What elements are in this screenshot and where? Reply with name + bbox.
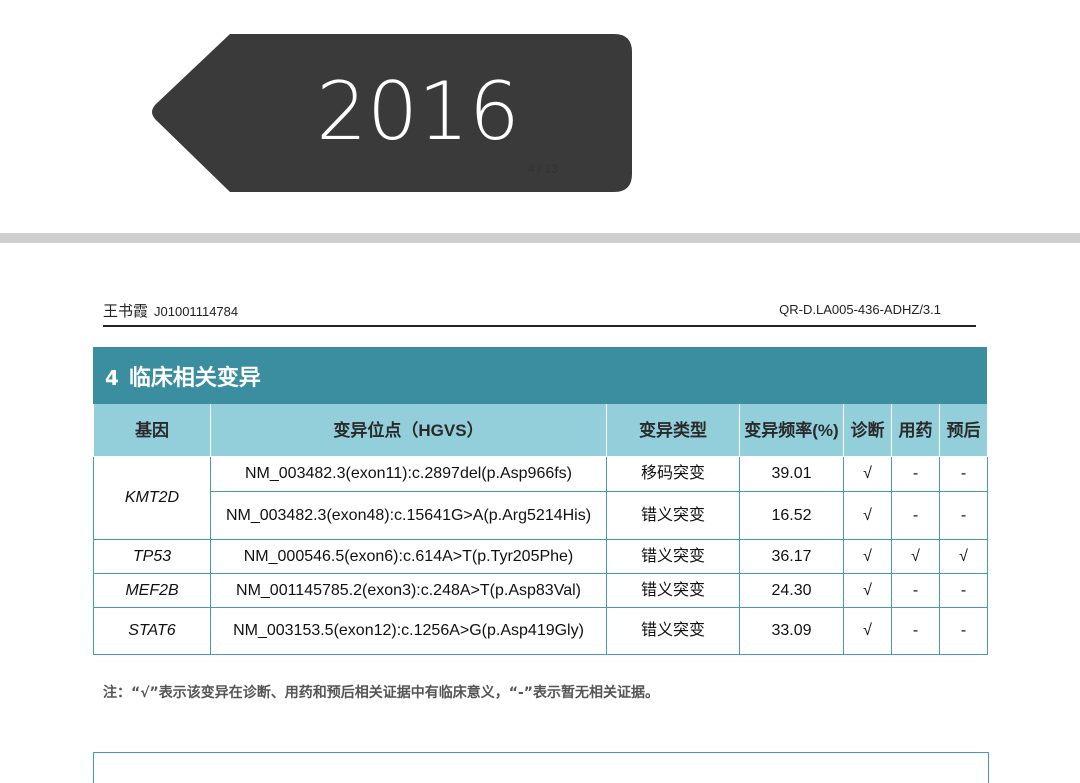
hgvs-cell: NM_003482.3(exon48):c.15641G>A(p.Arg5214… xyxy=(210,491,607,540)
section-title-text: 临床相关变异 xyxy=(128,366,261,391)
type-cell: 移码突变 xyxy=(606,456,740,492)
gene-cell: STAT6 xyxy=(93,607,211,655)
hgvs-cell: NM_003153.5(exon12):c.1256A>G(p.Asp419Gl… xyxy=(210,607,607,655)
page-divider xyxy=(0,233,1080,243)
hgvs-cell: NM_000546.5(exon6):c.614A>T(p.Tyr205Phe) xyxy=(210,539,607,574)
patient-name: 王书霞 xyxy=(103,303,149,320)
patient-info: 王书霞 J01001114784 xyxy=(103,300,238,321)
freq-cell: 36.17 xyxy=(739,539,844,574)
type-cell: 错义突变 xyxy=(606,491,740,540)
dx-cell: √ xyxy=(843,539,892,574)
table-row: TP53 NM_000546.5(exon6):c.614A>T(p.Tyr20… xyxy=(93,539,988,574)
type-cell: 错义突变 xyxy=(606,573,740,608)
col-header-gene: 基因 xyxy=(93,404,211,457)
patient-id: J01001114784 xyxy=(154,304,239,319)
table-row: KMT2D NM_003482.3(exon11):c.2897del(p.As… xyxy=(93,456,988,540)
freq-cell: 24.30 xyxy=(739,573,844,608)
page-indicator: 4 / 13 xyxy=(527,162,559,176)
table-row: STAT6 NM_003153.5(exon12):c.1256A>G(p.As… xyxy=(93,607,988,655)
drug-cell: - xyxy=(891,491,940,540)
doc-code: QR-D.LA005-436-ADHZ/3.1 xyxy=(779,302,941,317)
drug-cell: - xyxy=(891,607,940,655)
gene-cell: TP53 xyxy=(93,539,211,574)
dx-cell: √ xyxy=(843,491,892,540)
clinical-variants-section: 4 临床相关变异 基因 变异位点（HGVS） 变异类型 变异频率(%) 诊断 用药… xyxy=(93,347,988,655)
drug-cell: √ xyxy=(891,539,940,574)
gene-cell: KMT2D xyxy=(93,456,211,540)
header-rule xyxy=(103,325,976,327)
report-header: 王书霞 J01001114784 QR-D.LA005-436-ADHZ/3.1 xyxy=(103,300,976,324)
gene-cell: MEF2B xyxy=(93,573,211,608)
hgvs-cell: NM_003482.3(exon11):c.2897del(p.Asp966fs… xyxy=(210,456,607,492)
col-header-prognosis: 预后 xyxy=(939,404,988,457)
table-row: NM_003482.3(exon48):c.15641G>A(p.Arg5214… xyxy=(94,491,988,540)
type-cell: 错义突变 xyxy=(606,607,740,655)
freq-cell: 39.01 xyxy=(739,456,844,492)
section-title: 4 临床相关变异 xyxy=(93,347,987,404)
next-section-box xyxy=(93,752,989,783)
freq-cell: 33.09 xyxy=(739,607,844,655)
prog-cell: - xyxy=(939,573,988,608)
col-header-freq: 变异频率(%) xyxy=(739,404,844,457)
year-badge: 2016 4 / 13 xyxy=(148,34,632,192)
variants-table: 基因 变异位点（HGVS） 变异类型 变异频率(%) 诊断 用药 预后 KMT2… xyxy=(93,404,988,655)
dx-cell: √ xyxy=(843,573,892,608)
prog-cell: √ xyxy=(939,539,988,574)
drug-cell: - xyxy=(891,573,940,608)
table-header-row: 基因 变异位点（HGVS） 变异类型 变异频率(%) 诊断 用药 预后 xyxy=(93,404,988,457)
dx-cell: √ xyxy=(843,607,892,655)
drug-cell: - xyxy=(891,456,940,492)
table-note: 注：“√”表示该变异在诊断、用药和预后相关证据中有临床意义，“-”表示暂无相关证… xyxy=(103,685,659,701)
col-header-drug: 用药 xyxy=(891,404,940,457)
section-number: 4 xyxy=(105,366,119,390)
prog-cell: - xyxy=(939,456,988,492)
hgvs-cell: NM_001145785.2(exon3):c.248A>T(p.Asp83Va… xyxy=(210,573,607,608)
col-header-hgvs: 变异位点（HGVS） xyxy=(210,404,607,457)
year-label: 2016 xyxy=(316,65,520,158)
table-row: MEF2B NM_001145785.2(exon3):c.248A>T(p.A… xyxy=(93,573,988,608)
freq-cell: 16.52 xyxy=(739,491,844,540)
prog-cell: - xyxy=(939,607,988,655)
col-header-diagnosis: 诊断 xyxy=(843,404,892,457)
prog-cell: - xyxy=(939,491,988,540)
type-cell: 错义突变 xyxy=(606,539,740,574)
dx-cell: √ xyxy=(843,456,892,492)
col-header-type: 变异类型 xyxy=(606,404,740,457)
